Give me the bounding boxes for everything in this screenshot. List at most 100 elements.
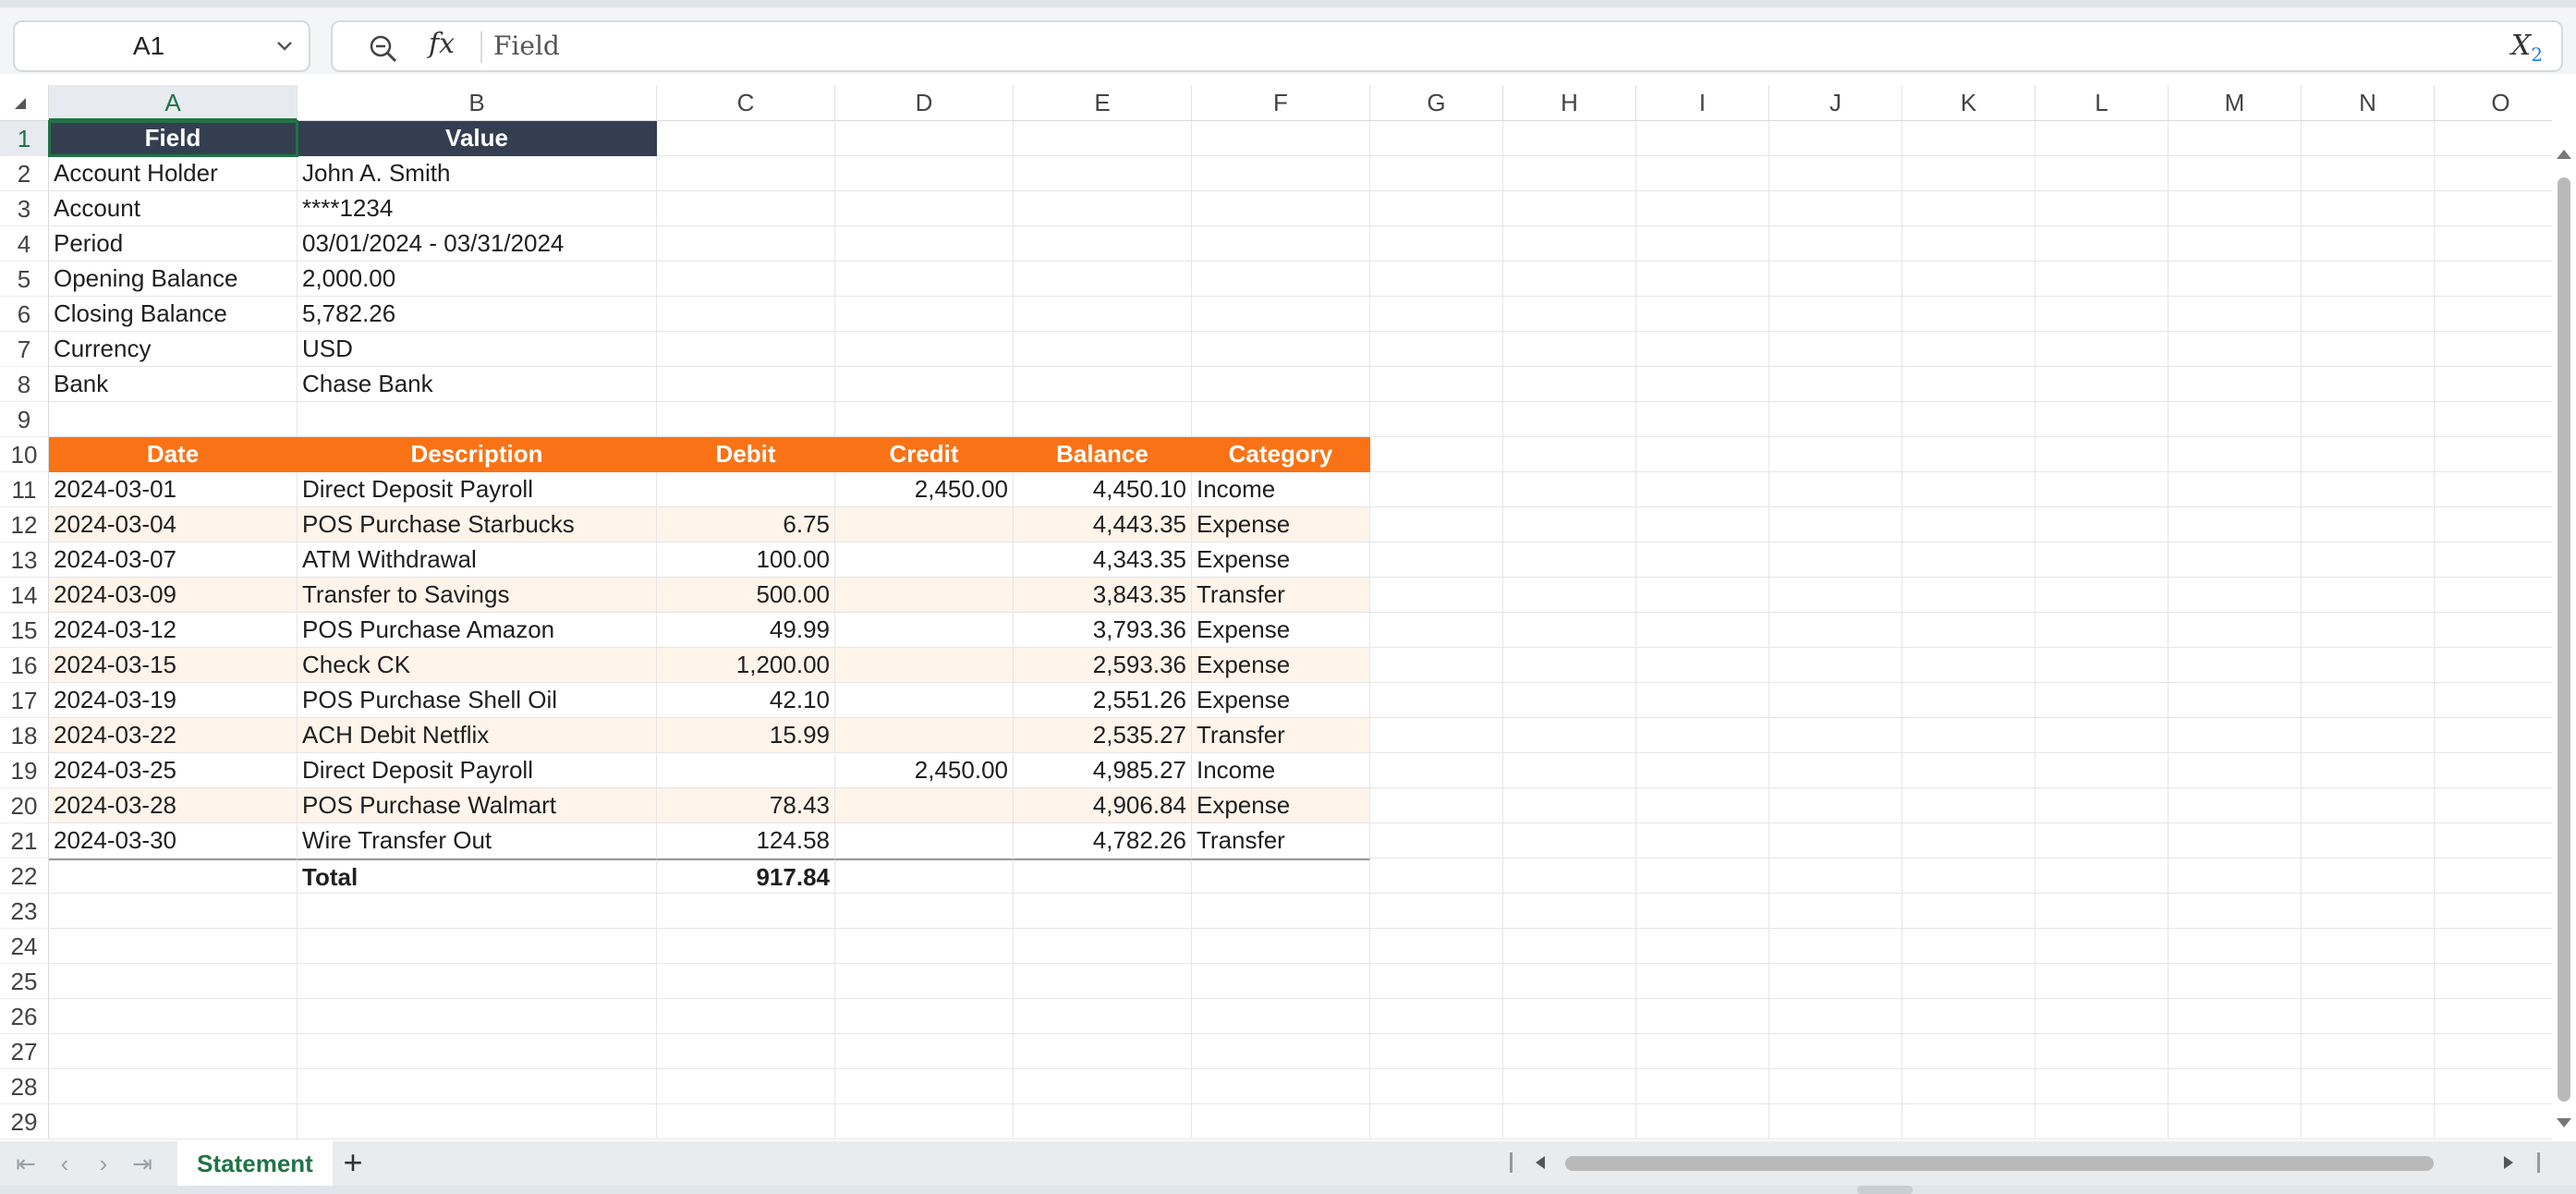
grid-cell[interactable] [2302, 964, 2435, 999]
grid-cell[interactable] [1636, 472, 1769, 507]
grid-cell[interactable] [2435, 648, 2552, 683]
transaction-cell[interactable] [835, 578, 1014, 613]
transaction-cell[interactable]: 78.43 [657, 788, 835, 823]
summary-header-cell[interactable]: Field [49, 121, 298, 156]
column-header-e[interactable]: E [1014, 85, 1192, 121]
grid-cell[interactable] [1370, 297, 1503, 332]
grid-cell[interactable] [49, 964, 298, 999]
grid-cell[interactable] [1503, 437, 1636, 472]
grid-cell[interactable] [1370, 542, 1503, 578]
grid-cell[interactable] [1902, 367, 2035, 402]
column-header-d[interactable]: D [835, 85, 1014, 121]
grid-cell[interactable] [2169, 191, 2302, 226]
grid-cell[interactable] [2435, 437, 2552, 472]
transaction-cell[interactable]: Expense [1192, 542, 1370, 578]
grid-cell[interactable] [835, 999, 1014, 1034]
grid-cell[interactable] [1014, 367, 1192, 402]
grid-cell[interactable] [2169, 542, 2302, 578]
grid-cell[interactable] [49, 999, 298, 1034]
grid-cell[interactable] [1370, 121, 1503, 156]
grid-cell[interactable] [1902, 999, 2035, 1034]
grid-cell[interactable] [1370, 613, 1503, 648]
grid-cell[interactable] [1503, 262, 1636, 297]
grid-cell[interactable] [2169, 1104, 2302, 1139]
total-row-cell[interactable] [1192, 859, 1370, 894]
grid-cell[interactable] [1902, 472, 2035, 507]
grid-cell[interactable] [2035, 578, 2169, 613]
grid-cell[interactable] [2035, 472, 2169, 507]
last-sheet-icon[interactable]: ⇥ [129, 1151, 155, 1176]
grid-cell[interactable] [2435, 894, 2552, 929]
grid-cell[interactable] [2169, 929, 2302, 964]
grid-cell[interactable] [1192, 297, 1370, 332]
grid-cell[interactable] [2435, 542, 2552, 578]
grid-cell[interactable] [2302, 613, 2435, 648]
grid-cell[interactable] [1014, 226, 1192, 262]
prev-sheet-icon[interactable]: ‹ [52, 1151, 78, 1176]
row-header-6[interactable]: 6 [0, 297, 49, 332]
grid-cell[interactable] [1014, 191, 1192, 226]
grid-cell[interactable] [1769, 1069, 1902, 1104]
grid-cell[interactable] [2169, 823, 2302, 859]
horizontal-scroll-thumb[interactable] [1565, 1156, 2434, 1171]
grid-cell[interactable] [1636, 226, 1769, 262]
transaction-cell[interactable]: 2024-03-12 [49, 613, 298, 648]
grid-cell[interactable] [1503, 297, 1636, 332]
grid-cell[interactable] [835, 156, 1014, 191]
transactions-header-cell[interactable]: Balance [1014, 437, 1192, 472]
row-header-1[interactable]: 1 [0, 121, 49, 156]
grid-cell[interactable] [1769, 648, 1902, 683]
grid-cell[interactable] [1769, 718, 1902, 753]
row-header-18[interactable]: 18 [0, 718, 49, 753]
grid-cell[interactable] [657, 332, 835, 367]
summary-field-cell[interactable]: Opening Balance [49, 262, 298, 297]
grid-cell[interactable] [2169, 262, 2302, 297]
row-header-13[interactable]: 13 [0, 542, 49, 578]
grid-cell[interactable] [1503, 1034, 1636, 1069]
grid-cell[interactable] [2035, 1104, 2169, 1139]
transaction-cell[interactable]: 4,906.84 [1014, 788, 1192, 823]
grid-cell[interactable] [2302, 999, 2435, 1034]
scroll-split-handle[interactable] [1510, 1152, 1513, 1173]
grid-cell[interactable] [1902, 1104, 2035, 1139]
grid-cell[interactable] [1636, 542, 1769, 578]
transaction-cell[interactable]: Income [1192, 472, 1370, 507]
grid-cell[interactable] [2169, 1069, 2302, 1104]
grid-cell[interactable] [1503, 226, 1636, 262]
grid-cell[interactable] [1014, 929, 1192, 964]
grid-cell[interactable] [2169, 472, 2302, 507]
grid-cell[interactable] [1192, 332, 1370, 367]
column-header-f[interactable]: F [1192, 85, 1370, 121]
transaction-cell[interactable]: 2,535.27 [1014, 718, 1192, 753]
transaction-cell[interactable] [657, 753, 835, 788]
total-row-cell[interactable] [1014, 859, 1192, 894]
grid-cell[interactable] [1370, 788, 1503, 823]
formula-format-icon[interactable]: X2 [2511, 30, 2543, 66]
row-header-11[interactable]: 11 [0, 472, 49, 507]
grid-cell[interactable] [2035, 964, 2169, 999]
grid-cell[interactable] [1014, 402, 1192, 437]
grid-cell[interactable] [1192, 1104, 1370, 1139]
grid-cell[interactable] [2435, 402, 2552, 437]
grid-cell[interactable] [835, 1034, 1014, 1069]
grid-cell[interactable] [2435, 823, 2552, 859]
grid-cell[interactable] [1769, 578, 1902, 613]
grid-cell[interactable] [657, 191, 835, 226]
grid-cell[interactable] [1014, 156, 1192, 191]
grid-cell[interactable] [49, 1069, 298, 1104]
transaction-cell[interactable]: 6.75 [657, 507, 835, 542]
grid-cell[interactable] [1370, 1034, 1503, 1069]
grid-cell[interactable] [1503, 542, 1636, 578]
grid-cell[interactable] [1370, 718, 1503, 753]
transaction-cell[interactable]: 2024-03-28 [49, 788, 298, 823]
grid-cell[interactable] [1902, 332, 2035, 367]
transaction-cell[interactable]: POS Purchase Starbucks [298, 507, 657, 542]
grid-cell[interactable] [657, 262, 835, 297]
transaction-cell[interactable]: 3,843.35 [1014, 578, 1192, 613]
grid-cell[interactable] [835, 1069, 1014, 1104]
grid-cell[interactable] [2035, 262, 2169, 297]
grid-cell[interactable] [835, 894, 1014, 929]
transaction-cell[interactable]: Transfer [1192, 823, 1370, 859]
grid-cell[interactable] [1902, 823, 2035, 859]
grid-cell[interactable] [2035, 788, 2169, 823]
